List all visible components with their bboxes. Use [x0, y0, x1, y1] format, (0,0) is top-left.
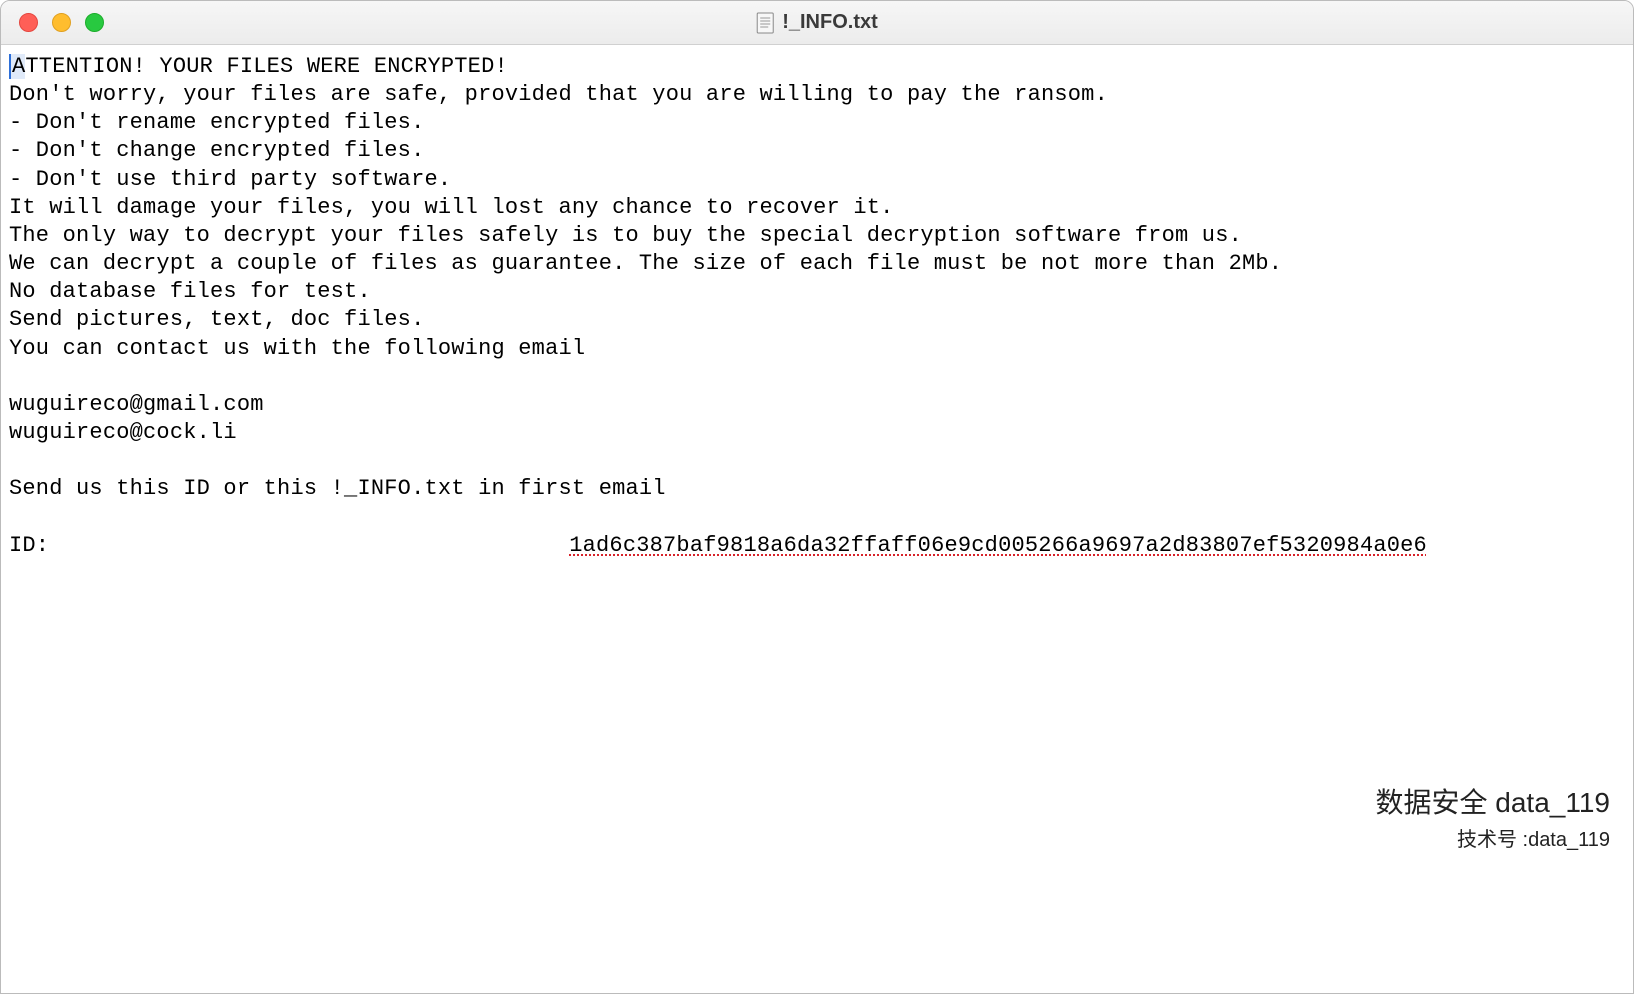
- text-content[interactable]: ATTENTION! YOUR FILES WERE ENCRYPTED! Do…: [1, 45, 1633, 568]
- titlebar[interactable]: !_INFO.txt: [1, 1, 1633, 45]
- content-line-7: The only way to decrypt your files safel…: [9, 223, 1242, 248]
- id-row: ID: 1ad6c387baf9818a6da32ffaff06e9cd00526…: [9, 532, 1625, 560]
- watermark-sub: 技术号 :data_119: [1376, 823, 1611, 852]
- text-cursor: A: [9, 54, 25, 79]
- traffic-lights: [1, 13, 104, 32]
- minimize-button[interactable]: [52, 13, 71, 32]
- content-line-6: It will damage your files, you will lost…: [9, 195, 894, 220]
- maximize-button[interactable]: [85, 13, 104, 32]
- document-icon: [756, 12, 774, 34]
- content-line-3: - Don't rename encrypted files.: [9, 110, 424, 135]
- content-line-11: You can contact us with the following em…: [9, 336, 585, 361]
- content-line-5: - Don't use third party software.: [9, 167, 451, 192]
- title-center: !_INFO.txt: [756, 11, 878, 34]
- watermark-main: 数据安全 data_119: [1376, 781, 1611, 821]
- content-line-1-rest: TTENTION! YOUR FILES WERE ENCRYPTED!: [25, 54, 507, 79]
- close-button[interactable]: [19, 13, 38, 32]
- id-value: 1ad6c387baf9818a6da32ffaff06e9cd005266a9…: [569, 532, 1427, 560]
- email-1: wuguireco@gmail.com: [9, 392, 264, 417]
- window-title: !_INFO.txt: [782, 11, 878, 34]
- watermark: 数据安全 data_119 技术号 :data_119: [1376, 781, 1611, 852]
- content-line-9: No database files for test.: [9, 279, 371, 304]
- content-line-14: Send us this ID or this !_INFO.txt in fi…: [9, 476, 666, 501]
- content-line-2: Don't worry, your files are safe, provid…: [9, 82, 1108, 107]
- id-label: ID:: [9, 532, 49, 560]
- content-line-4: - Don't change encrypted files.: [9, 138, 424, 163]
- content-line-8: We can decrypt a couple of files as guar…: [9, 251, 1282, 276]
- email-2: wuguireco@cock.li: [9, 420, 237, 445]
- content-line-10: Send pictures, text, doc files.: [9, 307, 424, 332]
